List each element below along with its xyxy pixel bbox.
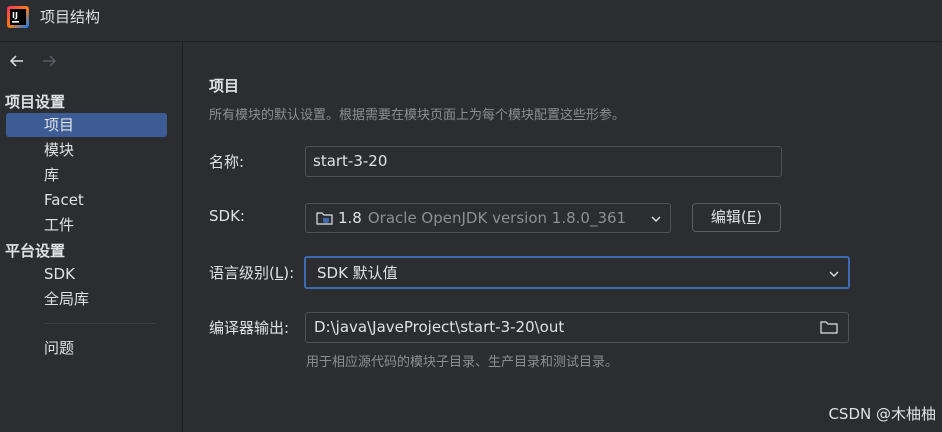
sidebar-divider [44, 323, 156, 324]
sidebar-item-sdk[interactable]: SDK [6, 262, 167, 286]
compiler-output-hint: 用于相应源代码的模块子目录、生产目录和测试目录。 [306, 355, 619, 370]
compiler-output-value: D:\java\JaveProject\start-3-20\out [314, 318, 565, 336]
edit-sdk-button[interactable]: 编辑(E) [692, 203, 781, 232]
intellij-app-icon: IJ [7, 6, 29, 28]
sidebar-item-global-libraries[interactable]: 全局库 [6, 287, 167, 311]
window-title: 项目结构 [40, 8, 101, 26]
svg-text:IJ: IJ [12, 11, 18, 20]
compiler-output-label: 编译器输出: [209, 319, 290, 337]
sidebar-item-problems[interactable]: 问题 [6, 336, 167, 360]
page-title: 项目 [209, 77, 240, 95]
name-label: 名称: [209, 153, 245, 171]
sdk-label: SDK: [209, 207, 245, 225]
compiler-output-field[interactable]: D:\java\JaveProject\start-3-20\out [305, 312, 849, 343]
sidebar-item-artifacts[interactable]: 工件 [6, 213, 167, 237]
language-level-combo[interactable]: SDK 默认值 [304, 256, 850, 289]
chevron-down-icon [651, 216, 661, 222]
title-bar: IJ 项目结构 [0, 0, 942, 42]
project-name-field[interactable]: start-3-20 [305, 146, 782, 177]
project-settings-header: 项目设置 [5, 93, 66, 111]
page-description: 所有模块的默认设置。根据需要在模块页面上为每个模块配置这些形参。 [209, 108, 626, 123]
back-arrow-icon[interactable] [8, 52, 26, 70]
sidebar-item-libraries[interactable]: 库 [6, 163, 167, 187]
language-level-label: 语言级别(L): [209, 264, 295, 282]
folder-cup-icon [316, 212, 333, 225]
chevron-down-icon [829, 271, 839, 277]
folder-icon[interactable] [820, 319, 838, 335]
platform-settings-header: 平台设置 [5, 242, 66, 260]
sidebar-item-facets[interactable]: Facet [6, 188, 167, 212]
sdk-detail: Oracle OpenJDK version 1.8.0_361 [367, 209, 627, 227]
project-name-value: start-3-20 [313, 152, 388, 170]
sdk-version: 1.8 [338, 209, 362, 227]
main-panel: 项目 所有模块的默认设置。根据需要在模块页面上为每个模块配置这些形参。 名称: … [184, 42, 942, 432]
sidebar-item-project[interactable]: 项目 [6, 113, 167, 137]
nav-arrows [8, 52, 58, 70]
sidebar: 项目设置 项目 模块 库 Facet 工件 平台设置 SDK 全局库 问题 [0, 42, 183, 432]
watermark: CSDN @木柚柚 [828, 405, 936, 423]
language-level-value: SDK 默认值 [317, 263, 398, 282]
forward-arrow-icon[interactable] [40, 52, 58, 70]
sidebar-item-modules[interactable]: 模块 [6, 138, 167, 162]
sdk-combo[interactable]: 1.8 Oracle OpenJDK version 1.8.0_361 [305, 203, 671, 233]
